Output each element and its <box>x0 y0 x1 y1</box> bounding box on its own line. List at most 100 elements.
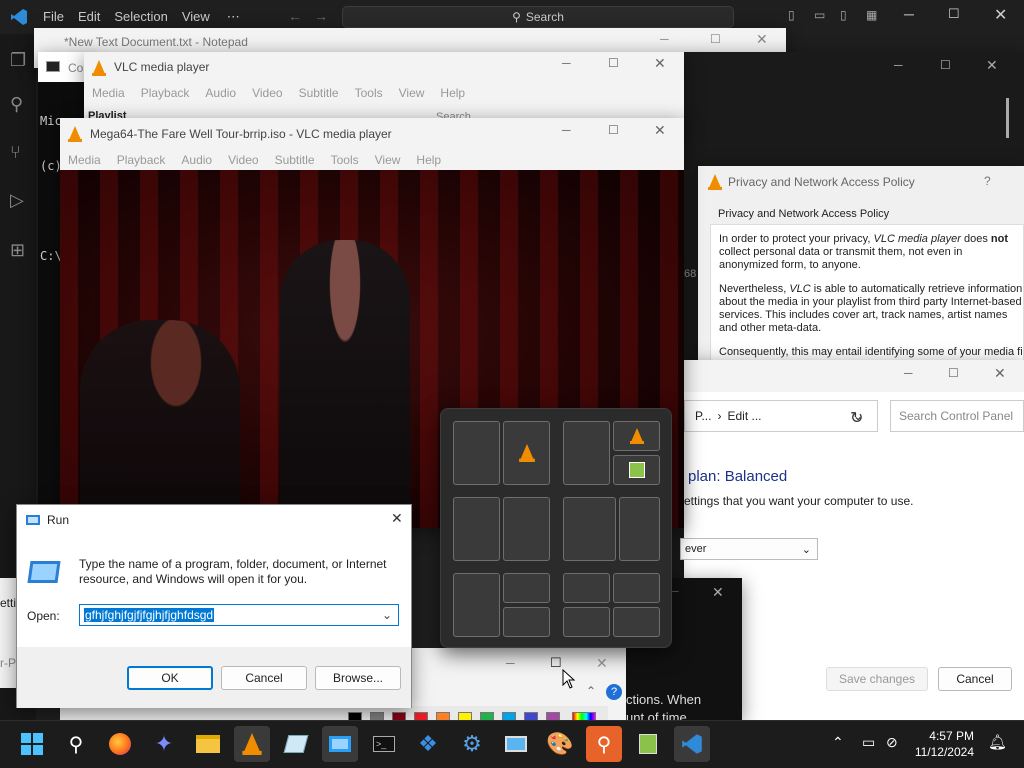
privacy-dialog[interactable]: Privacy and Network Access Policy ? Priv… <box>698 166 1024 366</box>
menu-video[interactable]: Video <box>220 153 266 167</box>
taskbar-firefox[interactable] <box>102 726 138 762</box>
taskbar-remote-desktop[interactable] <box>498 726 534 762</box>
cp-minimize-icon[interactable]: ─ <box>904 366 913 380</box>
snap-zone[interactable] <box>563 573 610 603</box>
chevron-down-icon[interactable]: ⌄ <box>382 608 392 622</box>
taskbar-network-app[interactable]: ❖ <box>410 726 446 762</box>
network-icon[interactable]: ⊘ <box>886 734 898 751</box>
vlc-maximize-icon[interactable]: ☐ <box>608 123 619 137</box>
run-input[interactable]: gfhjfghjfgjfjfgjhjfjghfdsgd ⌄ <box>79 604 399 626</box>
start-button[interactable] <box>14 726 50 762</box>
taskbar-paint[interactable]: 🎨 <box>542 726 578 762</box>
menu-audio[interactable]: Audio <box>173 153 220 167</box>
menu-selection[interactable]: Selection <box>107 9 174 25</box>
snap-zone[interactable] <box>563 421 610 485</box>
layout-customize-icon[interactable]: ▦ <box>866 8 877 22</box>
dark-close-icon[interactable]: ✕ <box>986 57 998 74</box>
source-control-icon[interactable]: ⑂ <box>10 142 21 163</box>
notepad-close-icon[interactable]: ✕ <box>756 31 768 48</box>
dark-maximize-icon[interactable]: ☐ <box>940 58 951 72</box>
vlc-back-minimize-icon[interactable]: ─ <box>562 56 571 70</box>
menu-file[interactable]: File <box>36 9 71 25</box>
taskbar-search-button[interactable]: ⚲ <box>58 726 94 762</box>
taskbar-vscode[interactable] <box>674 726 710 762</box>
snap-zone[interactable] <box>503 607 550 637</box>
menu-help[interactable]: Help <box>408 153 449 167</box>
chevron-up-icon[interactable]: ⌃ <box>586 684 596 698</box>
menu-playback[interactable]: Playback <box>109 153 174 167</box>
taskbar-notepad-plus[interactable] <box>630 726 666 762</box>
snap-zone[interactable] <box>613 573 660 603</box>
run-dialog[interactable]: Run ✕ Type the name of a program, folder… <box>16 504 412 708</box>
dark-panel-close-icon[interactable]: ✕ <box>712 584 724 601</box>
snap-zone[interactable] <box>563 607 610 637</box>
run-debug-icon[interactable]: ▷ <box>10 190 24 211</box>
cp-search-input[interactable]: Search Control Panel <box>890 400 1024 432</box>
menu-video[interactable]: Video <box>244 86 290 100</box>
menu-media[interactable]: Media <box>60 153 109 167</box>
menu-help[interactable]: Help <box>432 86 473 100</box>
vlc-back-close-icon[interactable]: ✕ <box>654 55 666 72</box>
dark-scrollbar[interactable] <box>1006 98 1009 138</box>
dark-minimize-icon[interactable]: ─ <box>894 58 903 72</box>
snap-zone[interactable] <box>563 497 616 561</box>
vlc-minimize-icon[interactable]: ─ <box>562 123 571 137</box>
refresh-icon[interactable]: ↻ <box>850 408 863 428</box>
paint-maximize-icon[interactable]: ☐ <box>550 655 562 671</box>
taskbar-run[interactable] <box>322 726 358 762</box>
vscode-maximize-icon[interactable]: ☐ <box>948 6 960 22</box>
snap-zone[interactable] <box>613 455 660 485</box>
save-changes-button[interactable]: Save changes <box>826 667 928 691</box>
notepad-maximize-icon[interactable]: ☐ <box>710 32 721 46</box>
menu-media[interactable]: Media <box>84 86 133 100</box>
menu-view[interactable]: View <box>367 153 409 167</box>
browse-button[interactable]: Browse... <box>315 666 401 690</box>
notification-bell-icon[interactable]: 🔔︎ <box>988 733 1007 751</box>
vscode-close-icon[interactable]: ✕ <box>994 5 1007 25</box>
menu-subtitle[interactable]: Subtitle <box>267 153 323 167</box>
menu-view[interactable]: View <box>391 86 433 100</box>
snap-zone[interactable] <box>613 421 660 451</box>
vscode-minimize-icon[interactable]: ─ <box>904 6 914 22</box>
notepad-minimize-icon[interactable]: ─ <box>660 32 669 46</box>
layout-sidebar-icon[interactable]: ▯ <box>788 8 795 22</box>
back-arrow-icon[interactable]: ← <box>288 8 302 24</box>
run-close-icon[interactable]: ✕ <box>391 510 403 527</box>
taskbar-notepad-doc[interactable] <box>278 726 314 762</box>
menu-audio[interactable]: Audio <box>197 86 244 100</box>
paint-close-icon[interactable]: ✕ <box>596 655 608 672</box>
search-activity-icon[interactable]: ⚲ <box>10 94 23 115</box>
snap-zone[interactable] <box>453 421 500 485</box>
taskbar-file-explorer[interactable] <box>190 726 226 762</box>
paint-minimize-icon[interactable]: ─ <box>506 656 515 670</box>
help-icon[interactable]: ? <box>606 684 622 700</box>
menu-subtitle[interactable]: Subtitle <box>291 86 347 100</box>
menu-tools[interactable]: Tools <box>347 86 391 100</box>
vlc-back-maximize-icon[interactable]: ☐ <box>608 56 619 70</box>
clock-time[interactable]: 4:57 PM <box>914 729 974 743</box>
breadcrumb-item-2[interactable]: Edit ... <box>727 409 761 423</box>
taskbar-vlc[interactable] <box>234 726 270 762</box>
tray-app-icon[interactable]: ▭ <box>862 734 875 751</box>
vlc-close-icon[interactable]: ✕ <box>654 122 666 139</box>
snap-zone[interactable] <box>503 497 550 561</box>
menu-edit[interactable]: Edit <box>71 9 107 25</box>
snap-zone[interactable] <box>619 497 660 561</box>
cancel-button[interactable]: Cancel <box>221 666 307 690</box>
snap-zone[interactable] <box>453 497 500 561</box>
cp-close-icon[interactable]: ✕ <box>994 365 1006 382</box>
explorer-icon[interactable]: ❐ <box>10 50 26 71</box>
sleep-dropdown[interactable]: ever ⌄ <box>680 538 818 560</box>
snap-zone[interactable] <box>453 573 500 637</box>
cancel-button[interactable]: Cancel <box>938 667 1012 691</box>
taskbar-terminal[interactable]: >_ <box>366 726 402 762</box>
snap-zone[interactable] <box>503 573 550 603</box>
cp-maximize-icon[interactable]: ☐ <box>948 366 959 380</box>
snap-zone[interactable] <box>613 607 660 637</box>
chevron-up-icon[interactable]: ⌃ <box>832 734 844 751</box>
menu-view[interactable]: View <box>175 9 217 25</box>
snap-zone[interactable] <box>503 421 550 485</box>
menu-more[interactable]: ⋯ <box>217 9 250 25</box>
taskbar-bird-app[interactable]: ✦ <box>146 726 182 762</box>
ok-button[interactable]: OK <box>127 666 213 690</box>
